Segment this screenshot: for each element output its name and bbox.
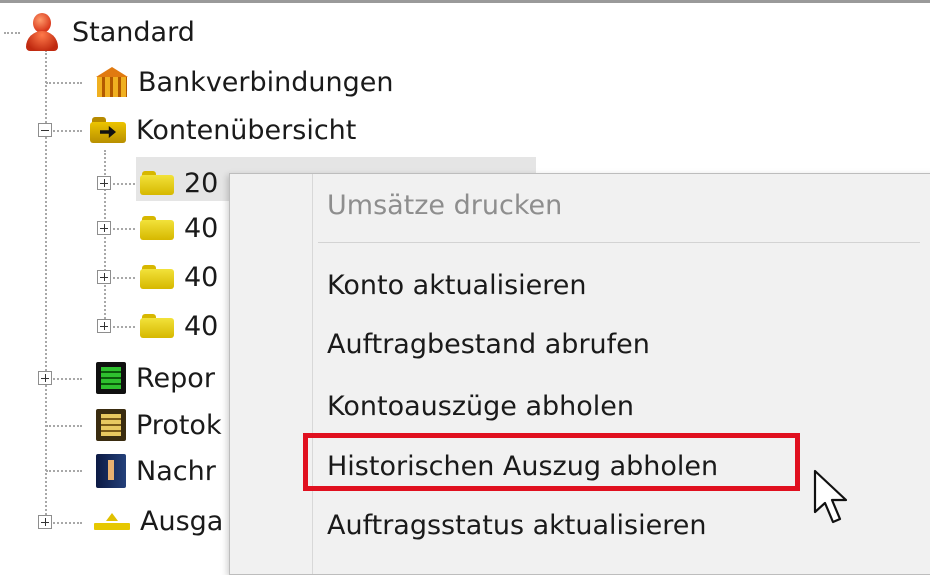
tree-node-messages[interactable]: Nachr bbox=[96, 448, 216, 494]
menu-item-kontoauszuege-abholen[interactable]: Kontoauszüge abholen bbox=[327, 393, 634, 420]
tree-line bbox=[45, 50, 47, 526]
tree-node-label: Ausga bbox=[140, 505, 224, 537]
protocol-icon bbox=[96, 409, 126, 441]
tree-node-label: Nachr bbox=[136, 455, 216, 487]
tree-node-account[interactable]: 40 bbox=[140, 303, 218, 349]
tree-node-account[interactable]: 40 bbox=[140, 254, 218, 300]
tree-node-account[interactable]: 40 bbox=[140, 205, 218, 251]
tree-node-bankverbindungen[interactable]: Bankverbindungen bbox=[96, 59, 394, 105]
tree-node-account[interactable]: 20 bbox=[140, 160, 218, 206]
folder-arrow-icon bbox=[90, 117, 126, 143]
expand-toggle[interactable] bbox=[97, 221, 111, 235]
expand-toggle[interactable] bbox=[97, 319, 111, 333]
tree-node-kontenuebersicht[interactable]: Kontenübersicht bbox=[90, 107, 356, 153]
bank-icon bbox=[96, 67, 128, 97]
tree-line bbox=[46, 425, 82, 427]
menu-item-auftragsstatus-aktualisieren[interactable]: Auftragsstatus aktualisieren bbox=[327, 512, 706, 539]
tree-node-label: Repor bbox=[136, 362, 215, 394]
highlight-annotation bbox=[303, 433, 800, 491]
tree-node-label: Kontenübersicht bbox=[136, 114, 357, 146]
tree-node-label: 40 bbox=[184, 310, 219, 342]
folder-icon bbox=[140, 265, 174, 289]
menu-item-konto-aktualisieren[interactable]: Konto aktualisieren bbox=[327, 272, 587, 299]
tree-node-standard[interactable]: Standard bbox=[22, 9, 195, 55]
folder-icon bbox=[140, 171, 174, 195]
menu-separator bbox=[318, 242, 920, 243]
tree-node-label: 20 bbox=[184, 167, 219, 199]
tree-node-label: Bankverbindungen bbox=[138, 66, 394, 98]
tree-node-protocol[interactable]: Protok bbox=[96, 402, 222, 448]
tree-node-label: 40 bbox=[184, 261, 219, 293]
menu-icon-gutter bbox=[312, 174, 313, 574]
mouse-cursor-icon bbox=[813, 469, 848, 524]
expand-toggle[interactable] bbox=[38, 515, 52, 529]
tree-node-label: Protok bbox=[136, 409, 222, 441]
folder-icon bbox=[140, 314, 174, 338]
person-icon bbox=[22, 11, 62, 53]
menu-item-umsaetze-drucken: Umsätze drucken bbox=[327, 190, 563, 221]
tree-line bbox=[46, 470, 82, 472]
tray-icon bbox=[94, 509, 130, 533]
folder-icon bbox=[140, 216, 174, 240]
expand-toggle[interactable] bbox=[38, 371, 52, 385]
tree-node-outbox[interactable]: Ausga bbox=[94, 498, 223, 544]
report-icon bbox=[96, 362, 126, 394]
collapse-toggle[interactable] bbox=[38, 123, 52, 137]
tree-node-label: 40 bbox=[184, 212, 219, 244]
tree-node-reports[interactable]: Repor bbox=[96, 355, 215, 401]
expand-toggle[interactable] bbox=[97, 176, 111, 190]
tree-node-label: Standard bbox=[72, 16, 195, 48]
tree-line bbox=[46, 82, 82, 84]
book-icon bbox=[96, 454, 126, 488]
expand-toggle[interactable] bbox=[97, 270, 111, 284]
menu-item-auftragbestand-abrufen[interactable]: Auftragbestand abrufen bbox=[327, 331, 650, 358]
tree-line bbox=[4, 32, 20, 34]
